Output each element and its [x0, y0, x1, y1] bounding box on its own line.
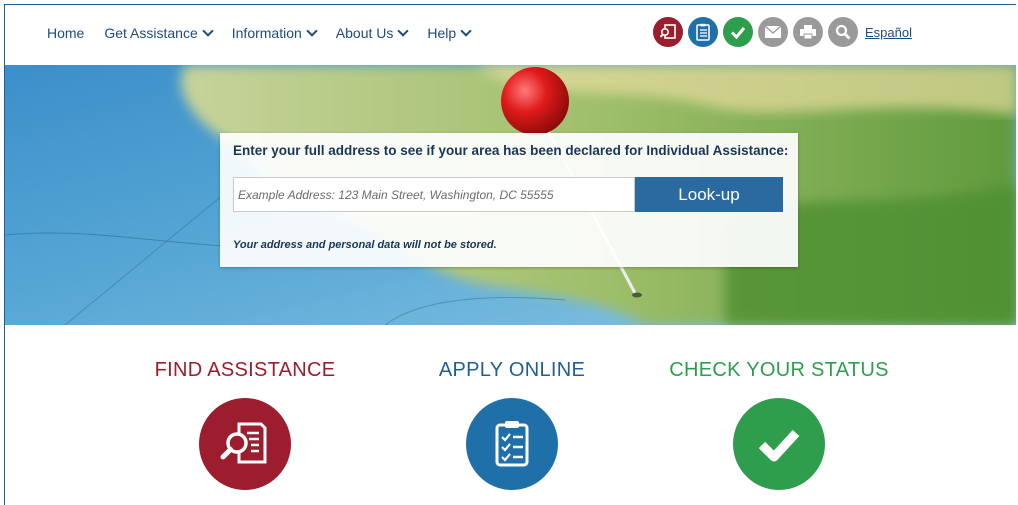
print-icon[interactable]	[793, 17, 823, 47]
top-navigation: Home Get Assistance Information About Us…	[5, 5, 1016, 65]
nav-menu: Home Get Assistance Information About Us…	[47, 24, 472, 41]
utility-toolbar: Español	[653, 17, 912, 47]
find-assistance-icon[interactable]	[653, 17, 683, 47]
check-status-card[interactable]: CHECK YOUR STATUS	[669, 359, 889, 490]
nav-item-label: Help	[427, 25, 457, 41]
card-title: APPLY ONLINE	[438, 359, 586, 381]
chevron-down-icon	[306, 24, 318, 37]
card-title: FIND ASSISTANCE	[154, 359, 336, 381]
nav-item-label: Get Assistance	[104, 25, 198, 41]
lookup-button[interactable]: Look-up	[635, 177, 783, 212]
page: Home Get Assistance Information About Us…	[4, 4, 1016, 505]
lookup-title: Enter your full address to see if your a…	[233, 143, 789, 158]
nav-item-label: Information	[231, 25, 302, 41]
address-lookup-panel: Enter your full address to see if your a…	[220, 133, 798, 267]
check-status-icon	[733, 398, 825, 490]
hero-banner: Enter your full address to see if your a…	[5, 65, 1016, 325]
nav-item-information[interactable]: Information	[231, 24, 318, 41]
search-icon[interactable]	[828, 17, 858, 47]
email-icon[interactable]	[758, 17, 788, 47]
check-status-icon[interactable]	[723, 17, 753, 47]
address-input[interactable]	[233, 177, 635, 212]
chevron-down-icon	[202, 24, 214, 37]
card-title: CHECK YOUR STATUS	[669, 359, 889, 381]
quick-links: FIND ASSISTANCE APPLY ONLINE CHECK YOUR …	[5, 325, 1016, 505]
language-link[interactable]: Español	[865, 25, 912, 40]
chevron-down-icon	[397, 24, 410, 37]
nav-item-home[interactable]: Home	[47, 25, 84, 41]
nav-item-label: About Us	[335, 25, 394, 41]
apply-online-icon[interactable]	[688, 17, 718, 47]
chevron-down-icon	[460, 24, 472, 37]
nav-item-about-us[interactable]: About Us	[335, 24, 410, 41]
privacy-note: Your address and personal data will not …	[233, 239, 497, 251]
apply-online-card[interactable]: APPLY ONLINE	[412, 359, 612, 490]
find-assistance-icon	[199, 398, 291, 490]
nav-item-get-assistance[interactable]: Get Assistance	[104, 24, 214, 41]
nav-item-help[interactable]: Help	[427, 24, 472, 41]
nav-item-label: Home	[47, 25, 85, 41]
apply-online-icon	[466, 398, 558, 490]
find-assistance-card[interactable]: FIND ASSISTANCE	[145, 359, 345, 490]
